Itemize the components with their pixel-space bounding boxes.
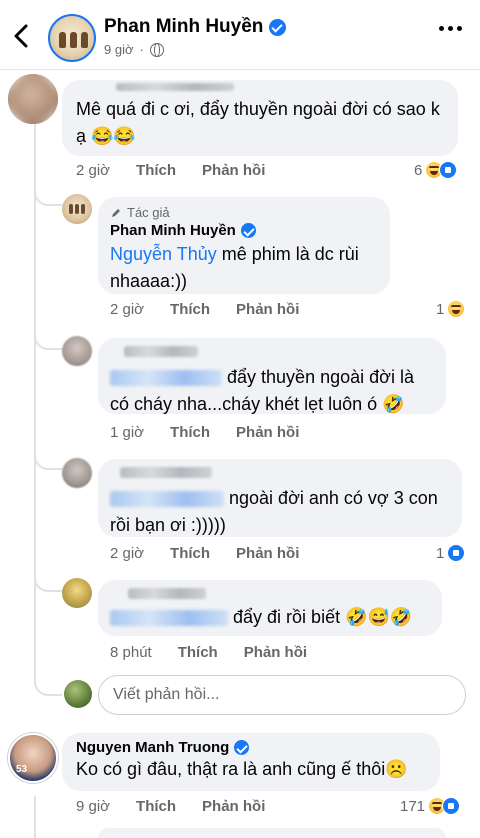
reply-button[interactable]: Phản hồi [236,424,299,441]
like-button[interactable]: Thích [136,162,176,179]
reply-time[interactable]: 2 giờ [110,301,144,318]
blurred-author-name[interactable] [124,346,198,357]
comment-author-name[interactable]: Nguyen Manh Truong [76,739,229,756]
reply-button[interactable]: Phản hồi [202,162,265,179]
like-button[interactable]: Thích [178,644,218,661]
current-user-avatar [64,680,92,708]
reply-author-name[interactable]: Phan Minh Huyền [110,222,236,239]
reply-bubble: Tác giả Phan Minh Huyền Nguyễn Thủy mê p… [98,197,390,294]
jersey-number: 53 [16,764,28,775]
globe-icon [149,42,164,57]
blurred-mention[interactable] [110,491,224,508]
comment-actions: 2 giờ Thích Phản hồi [76,162,291,179]
blurred-author-name[interactable] [120,467,212,478]
commenter-avatar[interactable] [62,336,92,366]
reaction-summary[interactable]: 1 [436,544,466,562]
post-time: 9 giờ [104,42,134,57]
reply-button[interactable]: Phản hồi [202,798,265,815]
post-header: Phan Minh Huyền 9 giờ · [0,0,480,70]
reply-bubble: đẩy đi rồi biết 🤣😅🤣 [98,580,442,636]
chevron-left-icon [14,24,28,48]
blurred-mention[interactable] [110,610,228,627]
verified-badge-icon [269,18,287,36]
reply-button[interactable]: Phản hồi [236,545,299,562]
back-button[interactable] [10,22,34,50]
reply-time[interactable]: 8 phút [110,644,152,661]
reply-text-body: đẩy đi rồi biết 🤣😅🤣 [233,607,413,627]
pen-icon [112,208,120,217]
author-tag-label: Tác giả [127,205,170,220]
like-icon [442,797,461,815]
reaction-summary[interactable]: 1 [436,300,466,318]
commenter-avatar[interactable] [62,578,92,608]
reply-text: đẩy thuyền ngoài đời là có cháy nha...ch… [110,364,434,418]
mention-link[interactable]: Nguyễn Thủy [110,244,217,264]
like-button[interactable]: Thích [170,301,210,318]
commenter-avatar[interactable]: 53 [8,733,58,783]
comment-time[interactable]: 2 giờ [76,162,110,179]
post-meta: 9 giờ · [104,42,164,57]
reaction-summary[interactable]: 171 [400,797,461,815]
page-avatar-small[interactable] [62,194,92,224]
reply-button[interactable]: Phản hồi [236,301,299,318]
reply-actions: 8 phút Thích Phản hồi [110,644,333,661]
reaction-count: 171 [400,797,426,815]
comment-text: Ko có gì đâu, thật ra là anh cũng ế thôi… [76,759,408,779]
verified-badge-icon [240,223,256,238]
commenter-avatar[interactable] [62,458,92,488]
thread-connector [34,330,62,350]
page-avatar[interactable] [48,14,96,62]
reply-actions: 1 giờ Thích Phản hồi [110,424,325,441]
thread-line [34,122,36,684]
reaction-count: 1 [436,300,445,318]
reply-text: ngoài đời anh có vợ 3 con rồi bạn ơi :))… [110,485,450,539]
reply-time[interactable]: 1 giờ [110,424,144,441]
commenter-avatar[interactable] [8,74,58,124]
reply-bubble: đẩy thuyền ngoài đời là có cháy nha...ch… [98,338,446,414]
like-button[interactable]: Thích [136,798,176,815]
haha-icon [447,300,466,318]
comment-text: Mê quá đi c ơi, đẩy thuyền ngoài đời có … [76,99,440,146]
comment-author[interactable]: Nguyen Manh Truong [76,739,426,756]
reply-author[interactable]: Phan Minh Huyền [110,222,378,239]
reaction-count: 6 [414,161,423,179]
like-button[interactable]: Thích [170,545,210,562]
author-tag: Tác giả [110,205,378,220]
comment-time[interactable]: 9 giờ [76,798,110,815]
blurred-author-name[interactable] [128,588,206,599]
reply-input[interactable] [98,675,466,715]
reaction-summary[interactable]: 6 [414,161,458,179]
verified-badge-icon [234,740,250,755]
blurred-author-name[interactable] [116,83,234,91]
reply-actions: 2 giờ Thích Phản hồi [110,301,325,318]
reaction-count: 1 [436,544,445,562]
more-options-button[interactable] [439,26,462,31]
next-reply-bubble [98,828,446,838]
meta-separator: · [139,42,144,57]
thread-connector [34,676,62,696]
reply-button[interactable]: Phản hồi [244,644,307,661]
thread-connector [34,572,62,592]
blurred-mention[interactable] [110,370,222,387]
comment-actions: 9 giờ Thích Phản hồi [76,798,291,815]
like-button[interactable]: Thích [170,424,210,441]
comment-bubble: Nguyen Manh Truong Ko có gì đâu, thật ra… [62,733,440,791]
reply-bubble: ngoài đời anh có vợ 3 con rồi bạn ơi :))… [98,459,462,537]
page-title[interactable]: Phan Minh Huyền [104,16,263,38]
reply-actions: 2 giờ Thích Phản hồi [110,545,325,562]
reply-text: đẩy đi rồi biết 🤣😅🤣 [110,604,430,631]
reply-time[interactable]: 2 giờ [110,545,144,562]
like-icon [447,544,466,562]
reply-text: Nguyễn Thủy mê phim là dc rùi nhaaaa:)) [110,241,378,295]
thread-line [34,796,36,838]
thread-connector [34,450,62,470]
like-icon [439,161,458,179]
thread-connector [34,186,62,206]
comment-bubble: Mê quá đi c ơi, đẩy thuyền ngoài đời có … [62,80,458,156]
